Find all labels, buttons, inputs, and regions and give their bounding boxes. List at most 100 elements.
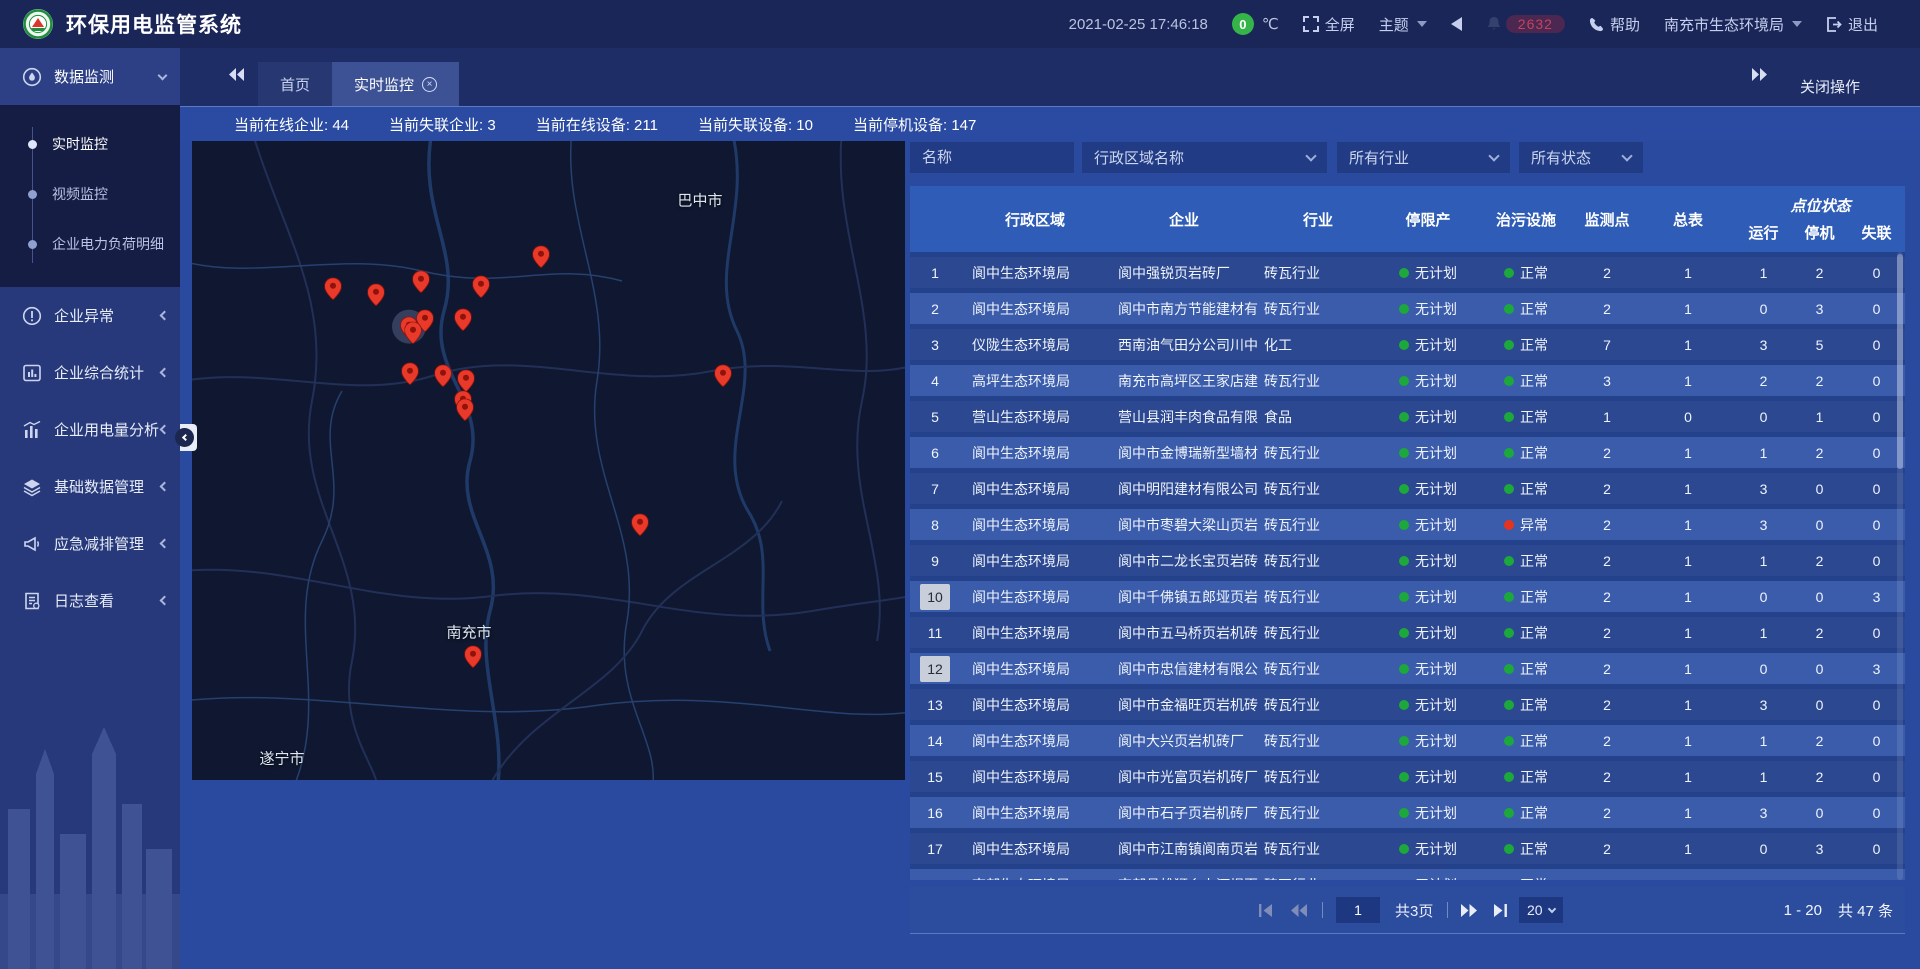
name-filter-input[interactable] (922, 142, 1062, 173)
tab-home[interactable]: 首页 (258, 62, 332, 106)
cell-run: 1 (1736, 437, 1791, 468)
cell-region: 阆中生态环境局 (960, 797, 1110, 828)
index-highlight: 12 (920, 656, 950, 682)
sidebar-item[interactable]: 应急减排管理 (0, 515, 180, 572)
cell-limit-status: 无计划 (1378, 689, 1478, 720)
tab-realtime-monitoring[interactable]: 实时监控 × (332, 62, 459, 106)
map-pin-icon[interactable] (715, 365, 732, 387)
fullscreen-button[interactable]: 全屏 (1303, 14, 1355, 35)
theme-dropdown[interactable]: 主题 (1379, 14, 1427, 35)
sidebar-item[interactable]: 基础数据管理 (0, 458, 180, 515)
table-row[interactable]: 18南部生态环境局南部县雄狮乡上河坝页砖瓦行业无计划正常20060 (910, 869, 1905, 880)
table-scrollbar-track[interactable] (1897, 252, 1903, 880)
map-panel[interactable]: 巴中市南充市遂宁市 (192, 141, 905, 780)
cell-industry: 砖瓦行业 (1258, 581, 1378, 612)
status-dot (1504, 412, 1514, 422)
chevron-left-icon (160, 539, 170, 549)
map-pin-icon[interactable] (458, 370, 475, 392)
table-row[interactable]: 6阆中生态环境局阆中市金博瑞新型墙材砖瓦行业无计划正常21120 (910, 437, 1905, 468)
map-pin-icon[interactable] (473, 276, 490, 298)
table-row[interactable]: 2阆中生态环境局阆中市南方节能建材有砖瓦行业无计划正常21030 (910, 293, 1905, 324)
layers-icon (22, 476, 44, 498)
map-pin-icon[interactable] (455, 309, 472, 331)
cell-stop: 2 (1791, 725, 1848, 756)
logout-icon (1826, 17, 1842, 32)
prev-page-button[interactable] (1290, 886, 1307, 934)
table-row[interactable]: 14阆中生态环境局阆中大兴页岩机砖厂砖瓦行业无计划正常21120 (910, 725, 1905, 756)
cell-points: 2 (1574, 797, 1640, 828)
map-pin-icon[interactable] (435, 365, 452, 387)
city-skyline-decoration (0, 639, 180, 969)
sidebar-item[interactable]: 企业用电量分析 (0, 401, 180, 458)
sidebar-item[interactable]: 数据监测 (0, 48, 180, 105)
user-dropdown[interactable]: 南充市生态环境局 (1664, 14, 1802, 35)
map-pin-icon[interactable] (402, 363, 419, 385)
table-row[interactable]: 5营山生态环境局营山县润丰肉食品有限食品无计划正常10010 (910, 401, 1905, 432)
sidebar-subitem[interactable]: 实时监控 (0, 119, 180, 169)
table-row[interactable]: 3仪陇生态环境局西南油气田分公司川中化工无计划正常71350 (910, 329, 1905, 360)
table-row[interactable]: 17阆中生态环境局阆中市江南镇阆南页岩砖瓦行业无计划正常21030 (910, 833, 1905, 864)
map-pin-icon[interactable] (457, 399, 474, 421)
table-row[interactable]: 15阆中生态环境局阆中市光富页岩机砖厂砖瓦行业无计划正常21120 (910, 761, 1905, 792)
cell-region: 仪陇生态环境局 (960, 329, 1110, 360)
cell-meter: 1 (1640, 509, 1736, 540)
stat-item: 当前停机设备: 147 (853, 114, 976, 135)
cell-index: 8 (910, 509, 960, 540)
table-scrollbar-thumb[interactable] (1897, 254, 1903, 469)
sidebar-item[interactable]: 企业综合统计 (0, 344, 180, 401)
close-operations-button[interactable]: 关闭操作 (1800, 76, 1860, 97)
chevron-left-icon (182, 434, 189, 441)
table-row[interactable]: 10阆中生态环境局阆中千佛镇五郎垭页岩砖瓦行业无计划正常21003 (910, 581, 1905, 612)
tabs-scroll-right-button[interactable] (1752, 68, 1768, 81)
map-pin-icon[interactable] (368, 284, 385, 306)
cell-enterprise: 阆中千佛镇五郎垭页岩 (1110, 581, 1258, 612)
page-size-select[interactable]: 20 (1519, 897, 1563, 923)
cell-facility-status: 正常 (1478, 329, 1574, 360)
cell-meter: 1 (1640, 617, 1736, 648)
table-row[interactable]: 8阆中生态环境局阆中市枣碧大梁山页岩砖瓦行业无计划异常21300 (910, 509, 1905, 540)
table-row[interactable]: 1阆中生态环境局阆中强锐页岩砖厂砖瓦行业无计划正常21120 (910, 257, 1905, 288)
map-pin-icon[interactable] (533, 246, 550, 268)
cell-enterprise: 阆中市石子页岩机砖厂 (1110, 797, 1258, 828)
sidebar-subitem[interactable]: 视频监控 (0, 169, 180, 219)
logout-button[interactable]: 退出 (1826, 14, 1878, 35)
tab-close-icon[interactable]: × (422, 77, 437, 92)
table-row[interactable]: 4高坪生态环境局南充市高坪区王家店建砖瓦行业无计划正常31220 (910, 365, 1905, 396)
map-pin-icon[interactable] (325, 278, 342, 300)
cell-enterprise: 阆中市南方节能建材有 (1110, 293, 1258, 324)
region-filter-select[interactable]: 行政区域名称 (1082, 142, 1327, 173)
sidebar-subitem[interactable]: 企业电力负荷明细 (0, 219, 180, 269)
table-row[interactable]: 9阆中生态环境局阆中市二龙长宝页岩砖砖瓦行业无计划正常21120 (910, 545, 1905, 576)
page-number-input[interactable] (1336, 897, 1380, 923)
sidebar-item-label: 企业用电量分析 (54, 419, 161, 440)
sidebar-collapse-handle[interactable] (180, 424, 197, 451)
tabs-scroll-left-button[interactable] (228, 68, 244, 81)
status-dot (1399, 700, 1409, 710)
table-body: 1阆中生态环境局阆中强锐页岩砖厂砖瓦行业无计划正常211202阆中生态环境局阆中… (910, 252, 1905, 880)
notifications[interactable]: 2632 (1486, 15, 1565, 33)
last-page-button[interactable] (1493, 886, 1508, 934)
chevron-down-icon (1547, 905, 1555, 913)
table-row[interactable]: 13阆中生态环境局阆中市金福旺页岩机砖砖瓦行业无计划正常21300 (910, 689, 1905, 720)
table-row[interactable]: 12阆中生态环境局阆中市忠信建材有限公砖瓦行业无计划正常21003 (910, 653, 1905, 684)
sidebar-item[interactable]: 日志查看 (0, 572, 180, 629)
map-pin-icon[interactable] (465, 646, 482, 668)
table-row[interactable]: 11阆中生态环境局阆中市五马桥页岩机砖砖瓦行业无计划正常21120 (910, 617, 1905, 648)
cell-stop: 3 (1791, 293, 1848, 324)
map-pin-icon[interactable] (405, 322, 422, 344)
table-row[interactable]: 16阆中生态环境局阆中市石子页岩机砖厂砖瓦行业无计划正常21300 (910, 797, 1905, 828)
table-row[interactable]: 7阆中生态环境局阆中明阳建材有限公司砖瓦行业无计划正常21300 (910, 473, 1905, 504)
mute-button[interactable] (1451, 17, 1462, 31)
first-page-button[interactable] (1258, 886, 1273, 934)
tab-bar: 首页 实时监控 × 关闭操作 (180, 48, 1920, 106)
help-button[interactable]: 帮助 (1589, 14, 1640, 35)
cell-enterprise: 阆中大兴页岩机砖厂 (1110, 725, 1258, 756)
cell-limit-status: 无计划 (1378, 833, 1478, 864)
industry-filter-select[interactable]: 所有行业 (1337, 142, 1510, 173)
status-filter-select[interactable]: 所有状态 (1519, 142, 1643, 173)
next-page-button[interactable] (1461, 886, 1478, 934)
map-pin-icon[interactable] (632, 514, 649, 536)
sidebar-item[interactable]: 企业异常 (0, 287, 180, 344)
status-dot (1504, 700, 1514, 710)
map-pin-icon[interactable] (413, 271, 430, 293)
